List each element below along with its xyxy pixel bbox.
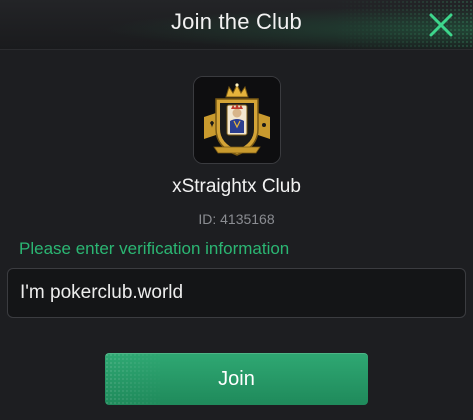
dialog-title: Join the Club [170, 9, 302, 34]
verification-input[interactable] [8, 269, 465, 317]
verification-prompt: Please enter verification information [19, 239, 290, 258]
club-id: ID: 4135168 [198, 211, 275, 227]
close-icon[interactable] [428, 12, 454, 38]
club-name: xStraightx Club [172, 176, 301, 197]
club-logo [193, 76, 281, 164]
verification-input-box [7, 268, 466, 318]
join-button-label: Join [218, 367, 255, 390]
join-club-dialog: Join the Club xStraightx Club ID: 413516… [0, 0, 473, 420]
dialog-header: Join the Club [0, 0, 473, 50]
join-button[interactable]: Join [105, 353, 368, 405]
